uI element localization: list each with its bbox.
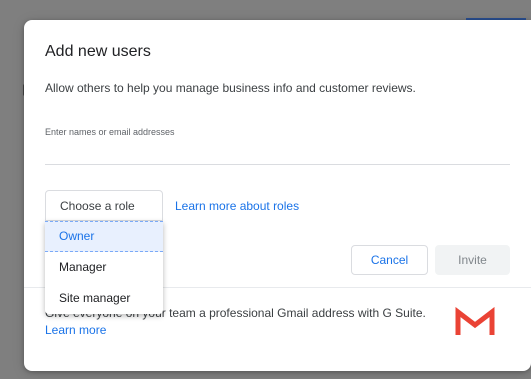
dialog-subtitle: Allow others to help you manage business… [45,81,416,95]
role-select[interactable]: Choose a role [45,190,163,221]
gmail-logo-m [455,307,495,335]
add-users-dialog: Add new users Allow others to help you m… [24,20,531,371]
role-option-manager[interactable]: Manager [45,252,163,283]
gmail-logo-icon [455,307,495,335]
names-field-label: Enter names or email addresses [45,127,175,137]
invite-button[interactable]: Invite [435,245,510,275]
gsuite-learn-more-link[interactable]: Learn more [45,322,106,338]
dialog-title: Add new users [45,43,151,60]
names-email-input[interactable] [45,138,510,165]
role-option-owner[interactable]: Owner [45,221,163,252]
cancel-button[interactable]: Cancel [351,245,428,275]
learn-more-roles-link[interactable]: Learn more about roles [175,198,299,214]
role-option-site-manager[interactable]: Site manager [45,283,163,314]
role-dropdown-menu: Owner Manager Site manager [45,221,163,314]
